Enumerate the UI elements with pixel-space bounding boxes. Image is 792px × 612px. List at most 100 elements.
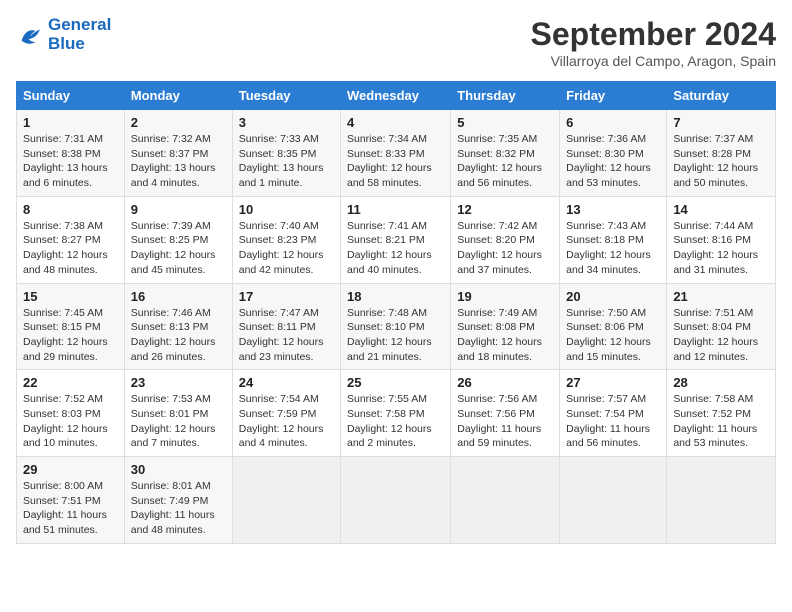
day-info: Sunrise: 8:01 AM Sunset: 7:49 PM Dayligh…	[131, 479, 226, 538]
day-info: Sunrise: 7:57 AM Sunset: 7:54 PM Dayligh…	[566, 392, 660, 451]
day-number: 28	[673, 375, 769, 390]
calendar-day-cell: 7 Sunrise: 7:37 AM Sunset: 8:28 PM Daylig…	[667, 110, 776, 197]
page-header: General Blue September 2024 Villarroya d…	[16, 16, 776, 69]
day-info: Sunrise: 7:49 AM Sunset: 8:08 PM Dayligh…	[457, 306, 553, 365]
day-info: Sunrise: 7:43 AM Sunset: 8:18 PM Dayligh…	[566, 219, 660, 278]
day-info: Sunrise: 8:00 AM Sunset: 7:51 PM Dayligh…	[23, 479, 118, 538]
weekday-header-cell: Thursday	[451, 82, 560, 110]
day-info: Sunrise: 7:51 AM Sunset: 8:04 PM Dayligh…	[673, 306, 769, 365]
day-info: Sunrise: 7:36 AM Sunset: 8:30 PM Dayligh…	[566, 132, 660, 191]
day-info: Sunrise: 7:44 AM Sunset: 8:16 PM Dayligh…	[673, 219, 769, 278]
calendar-day-cell: 22Sunrise: 7:52 AM Sunset: 8:03 PM Dayli…	[17, 370, 125, 457]
title-block: September 2024 Villarroya del Campo, Ara…	[531, 16, 776, 69]
day-number: 2	[131, 115, 226, 130]
day-number: 8	[23, 202, 118, 217]
day-number: 27	[566, 375, 660, 390]
calendar-day-cell: 5 Sunrise: 7:35 AM Sunset: 8:32 PM Daylig…	[451, 110, 560, 197]
calendar-day-cell: 6 Sunrise: 7:36 AM Sunset: 8:30 PM Daylig…	[560, 110, 667, 197]
calendar-day-cell: 25 Sunrise: 7:55 AM Sunset: 7:58 PM Dayli…	[341, 370, 451, 457]
calendar-day-cell: 23 Sunrise: 7:53 AM Sunset: 8:01 PM Dayli…	[124, 370, 232, 457]
day-info: Sunrise: 7:48 AM Sunset: 8:10 PM Dayligh…	[347, 306, 444, 365]
logo-text: General Blue	[48, 16, 111, 53]
calendar-day-cell: 18 Sunrise: 7:48 AM Sunset: 8:10 PM Dayli…	[341, 283, 451, 370]
day-number: 3	[239, 115, 334, 130]
calendar-week-row: 22Sunrise: 7:52 AM Sunset: 8:03 PM Dayli…	[17, 370, 776, 457]
day-number: 10	[239, 202, 334, 217]
weekday-header-cell: Wednesday	[341, 82, 451, 110]
calendar-day-cell: 19 Sunrise: 7:49 AM Sunset: 8:08 PM Dayli…	[451, 283, 560, 370]
day-number: 15	[23, 289, 118, 304]
calendar-week-row: 8 Sunrise: 7:38 AM Sunset: 8:27 PM Daylig…	[17, 196, 776, 283]
calendar-day-cell: 8 Sunrise: 7:38 AM Sunset: 8:27 PM Daylig…	[17, 196, 125, 283]
day-info: Sunrise: 7:33 AM Sunset: 8:35 PM Dayligh…	[239, 132, 334, 191]
day-info: Sunrise: 7:38 AM Sunset: 8:27 PM Dayligh…	[23, 219, 118, 278]
day-number: 19	[457, 289, 553, 304]
calendar-day-cell: 15 Sunrise: 7:45 AM Sunset: 8:15 PM Dayli…	[17, 283, 125, 370]
day-info: Sunrise: 7:45 AM Sunset: 8:15 PM Dayligh…	[23, 306, 118, 365]
calendar-day-cell: 28 Sunrise: 7:58 AM Sunset: 7:52 PM Dayli…	[667, 370, 776, 457]
day-number: 26	[457, 375, 553, 390]
calendar-day-cell: 10 Sunrise: 7:40 AM Sunset: 8:23 PM Dayli…	[232, 196, 340, 283]
day-number: 5	[457, 115, 553, 130]
calendar-day-cell: 12 Sunrise: 7:42 AM Sunset: 8:20 PM Dayli…	[451, 196, 560, 283]
day-info: Sunrise: 7:50 AM Sunset: 8:06 PM Dayligh…	[566, 306, 660, 365]
calendar-table: SundayMondayTuesdayWednesdayThursdayFrid…	[16, 81, 776, 544]
day-info: Sunrise: 7:54 AM Sunset: 7:59 PM Dayligh…	[239, 392, 334, 451]
day-info: Sunrise: 7:47 AM Sunset: 8:11 PM Dayligh…	[239, 306, 334, 365]
calendar-day-cell	[232, 457, 340, 544]
day-number: 30	[131, 462, 226, 477]
day-number: 16	[131, 289, 226, 304]
weekday-header-cell: Sunday	[17, 82, 125, 110]
day-info: Sunrise: 7:37 AM Sunset: 8:28 PM Dayligh…	[673, 132, 769, 191]
day-number: 20	[566, 289, 660, 304]
day-info: Sunrise: 7:39 AM Sunset: 8:25 PM Dayligh…	[131, 219, 226, 278]
calendar-day-cell	[560, 457, 667, 544]
day-info: Sunrise: 7:52 AM Sunset: 8:03 PM Dayligh…	[23, 392, 118, 451]
day-info: Sunrise: 7:40 AM Sunset: 8:23 PM Dayligh…	[239, 219, 334, 278]
calendar-day-cell: 4 Sunrise: 7:34 AM Sunset: 8:33 PM Daylig…	[341, 110, 451, 197]
day-number: 4	[347, 115, 444, 130]
day-info: Sunrise: 7:53 AM Sunset: 8:01 PM Dayligh…	[131, 392, 226, 451]
day-number: 24	[239, 375, 334, 390]
weekday-header-row: SundayMondayTuesdayWednesdayThursdayFrid…	[17, 82, 776, 110]
day-number: 1	[23, 115, 118, 130]
calendar-week-row: 29Sunrise: 8:00 AM Sunset: 7:51 PM Dayli…	[17, 457, 776, 544]
calendar-day-cell: 17 Sunrise: 7:47 AM Sunset: 8:11 PM Dayli…	[232, 283, 340, 370]
day-info: Sunrise: 7:58 AM Sunset: 7:52 PM Dayligh…	[673, 392, 769, 451]
day-number: 11	[347, 202, 444, 217]
day-number: 7	[673, 115, 769, 130]
calendar-day-cell: 20 Sunrise: 7:50 AM Sunset: 8:06 PM Dayli…	[560, 283, 667, 370]
calendar-day-cell: 21Sunrise: 7:51 AM Sunset: 8:04 PM Dayli…	[667, 283, 776, 370]
day-number: 17	[239, 289, 334, 304]
day-number: 18	[347, 289, 444, 304]
calendar-day-cell: 2 Sunrise: 7:32 AM Sunset: 8:37 PM Daylig…	[124, 110, 232, 197]
calendar-day-cell: 14Sunrise: 7:44 AM Sunset: 8:16 PM Dayli…	[667, 196, 776, 283]
calendar-day-cell: 9 Sunrise: 7:39 AM Sunset: 8:25 PM Daylig…	[124, 196, 232, 283]
calendar-week-row: 1 Sunrise: 7:31 AM Sunset: 8:38 PM Daylig…	[17, 110, 776, 197]
day-info: Sunrise: 7:31 AM Sunset: 8:38 PM Dayligh…	[23, 132, 118, 191]
day-number: 12	[457, 202, 553, 217]
day-number: 25	[347, 375, 444, 390]
day-info: Sunrise: 7:32 AM Sunset: 8:37 PM Dayligh…	[131, 132, 226, 191]
month-title: September 2024	[531, 16, 776, 53]
weekday-header-cell: Friday	[560, 82, 667, 110]
calendar-day-cell	[451, 457, 560, 544]
calendar-day-cell: 16 Sunrise: 7:46 AM Sunset: 8:13 PM Dayli…	[124, 283, 232, 370]
day-number: 6	[566, 115, 660, 130]
day-info: Sunrise: 7:34 AM Sunset: 8:33 PM Dayligh…	[347, 132, 444, 191]
location: Villarroya del Campo, Aragon, Spain	[531, 53, 776, 69]
day-number: 9	[131, 202, 226, 217]
day-number: 23	[131, 375, 226, 390]
calendar-day-cell: 27 Sunrise: 7:57 AM Sunset: 7:54 PM Dayli…	[560, 370, 667, 457]
calendar-week-row: 15 Sunrise: 7:45 AM Sunset: 8:15 PM Dayli…	[17, 283, 776, 370]
calendar-day-cell	[341, 457, 451, 544]
day-info: Sunrise: 7:55 AM Sunset: 7:58 PM Dayligh…	[347, 392, 444, 451]
day-info: Sunrise: 7:46 AM Sunset: 8:13 PM Dayligh…	[131, 306, 226, 365]
day-number: 13	[566, 202, 660, 217]
day-info: Sunrise: 7:35 AM Sunset: 8:32 PM Dayligh…	[457, 132, 553, 191]
logo: General Blue	[16, 16, 111, 53]
weekday-header-cell: Saturday	[667, 82, 776, 110]
logo-bird-icon	[16, 21, 44, 49]
day-info: Sunrise: 7:42 AM Sunset: 8:20 PM Dayligh…	[457, 219, 553, 278]
calendar-day-cell: 1 Sunrise: 7:31 AM Sunset: 8:38 PM Daylig…	[17, 110, 125, 197]
